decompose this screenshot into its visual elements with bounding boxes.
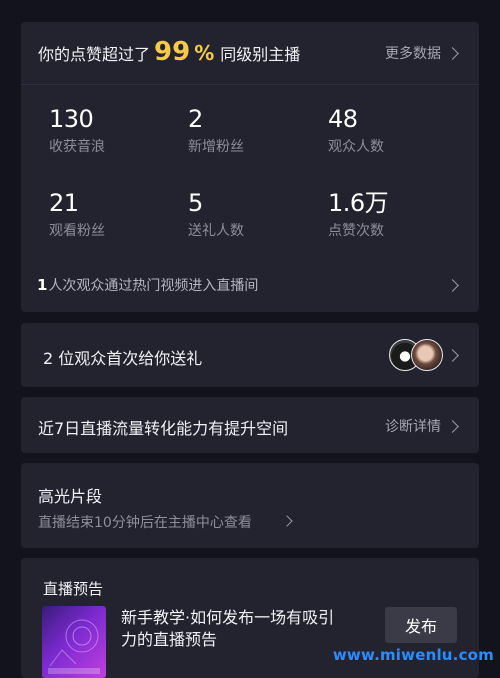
stat-label: 送礼人数 <box>188 223 244 239</box>
stat-value: 1.6万 <box>328 189 389 217</box>
stats-card: 你的点赞超过了 99 % 同级别主播 更多数据 130 收获音浪 2 新增粉丝 … <box>21 22 479 312</box>
stat-label: 收获音浪 <box>49 139 105 155</box>
traffic-text: 近7日直播流量转化能力有提升空间 <box>38 419 289 438</box>
preview-title: 直播预告 <box>43 580 104 598</box>
stat-item: 1.6万 点赞次数 <box>328 189 448 240</box>
summary-header: 你的点赞超过了 99 % 同级别主播 <box>38 37 301 67</box>
watermark: www.miwenlu.com <box>332 646 494 664</box>
hot-video-text: 人次观众通过热门视频进入直播间 <box>48 278 259 294</box>
gift-row-text: 2 位观众首次给你送礼 <box>43 345 202 369</box>
chevron-right-icon[interactable] <box>446 47 459 60</box>
gift-count: 2 <box>43 349 54 368</box>
tutorial-line: 力的直播预告 <box>121 630 218 649</box>
stat-label: 新增粉丝 <box>188 139 244 155</box>
stat-item: 5 送礼人数 <box>188 189 308 240</box>
stat-label: 观看粉丝 <box>49 223 105 239</box>
traffic-card[interactable]: 近7日直播流量转化能力有提升空间 诊断详情 <box>21 397 479 453</box>
chevron-right-icon[interactable] <box>446 279 459 292</box>
diagnose-link[interactable]: 诊断详情 <box>385 416 441 436</box>
summary-percent: 99 <box>154 37 191 67</box>
stat-value: 130 <box>49 105 94 133</box>
highlight-title: 高光片段 <box>38 487 103 506</box>
chevron-right-icon[interactable] <box>446 420 459 433</box>
stat-item: 21 观看粉丝 <box>49 189 169 240</box>
highlight-card: 高光片段 直播结束10分钟后在主播中心查看 <box>21 463 479 548</box>
stat-value: 48 <box>328 105 358 133</box>
summary-suffix: 同级别主播 <box>220 45 301 64</box>
more-data-link[interactable]: 更多数据 <box>385 43 441 63</box>
highlight-subtitle[interactable]: 直播结束10分钟后在主播中心查看 <box>38 512 252 532</box>
viewer-avatar <box>411 339 443 371</box>
summary-percent-sign: % <box>194 41 215 65</box>
stat-value: 2 <box>188 105 203 133</box>
stat-item: 48 观众人数 <box>328 105 448 156</box>
divider <box>21 84 479 85</box>
gift-card[interactable]: 2 位观众首次给你送礼 <box>21 323 479 387</box>
stat-value: 21 <box>49 189 79 217</box>
gift-text: 位观众首次给你送礼 <box>58 349 203 368</box>
summary-prefix: 你的点赞超过了 <box>38 45 151 64</box>
stat-item: 2 新增粉丝 <box>188 105 308 156</box>
stat-label: 观众人数 <box>328 139 384 155</box>
stat-value: 5 <box>188 189 203 217</box>
stat-label: 点赞次数 <box>328 223 384 239</box>
chevron-right-icon[interactable] <box>281 515 293 527</box>
tutorial-line: 新手教学·如何发布一场有吸引 <box>121 608 335 627</box>
stat-item: 130 收获音浪 <box>49 105 169 156</box>
tutorial-thumbnail[interactable] <box>42 606 106 678</box>
hot-video-count: 1 <box>37 276 48 294</box>
hot-video-row[interactable]: 1人次观众通过热门视频进入直播间 <box>37 275 258 295</box>
tutorial-text[interactable]: 新手教学·如何发布一场有吸引 力的直播预告 <box>121 607 361 651</box>
chevron-right-icon[interactable] <box>446 349 459 362</box>
publish-button[interactable]: 发布 <box>385 607 457 643</box>
